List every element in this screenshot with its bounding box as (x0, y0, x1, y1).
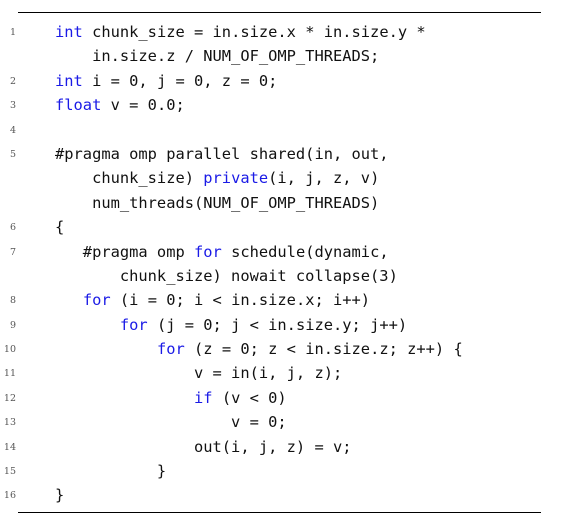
code-line: 5 #pragma omp parallel shared(in, out, (0, 142, 561, 166)
code-token: num_threads(NUM_OF_OMP_THREADS) (55, 193, 380, 212)
code-line: num_threads(NUM_OF_OMP_THREADS) (0, 191, 561, 215)
code-token: i = 0, j = 0, z = 0; (82, 71, 278, 90)
code-line: 16} (0, 483, 561, 507)
code-token: chunk_size) nowait collapse(3) (55, 266, 398, 285)
code-line: in.size.z / NUM_OF_OMP_THREADS; (0, 44, 561, 68)
code-text: v = in(i, j, z); (55, 363, 342, 383)
code-token: #pragma omp parallel shared(in, out, (55, 144, 389, 163)
code-token: v = 0; (55, 413, 287, 432)
code-text: chunk_size) nowait collapse(3) (55, 266, 398, 286)
code-text: #pragma omp for schedule(dynamic, (55, 242, 389, 262)
code-line: 15 } (0, 459, 561, 483)
keyword-token: for (119, 315, 148, 334)
code-token: v = in(i, j, z); (55, 364, 343, 383)
line-number: 13 (3, 417, 16, 429)
code-text: } (55, 461, 166, 481)
line-number: 2 (9, 75, 16, 87)
code-line: 9 for (j = 0; j < in.size.y; j++) (0, 313, 561, 337)
code-text: int i = 0, j = 0, z = 0; (55, 71, 277, 91)
line-number: 1 (9, 27, 16, 38)
code-line: chunk_size) private(i, j, z, v) (0, 166, 561, 190)
code-token: (z = 0; z < in.size.z; z++) { (184, 340, 463, 359)
code-token: (v < 0) (212, 388, 287, 407)
code-token: v = 0.0; (101, 96, 185, 115)
code-token: schedule(dynamic, (221, 242, 389, 261)
code-text: } (55, 485, 64, 505)
line-number: 14 (3, 441, 16, 453)
bottom-rule (18, 512, 541, 513)
code-token: chunk_size) (55, 169, 204, 188)
line-number: 4 (9, 124, 16, 136)
keyword-token: private (203, 169, 269, 188)
top-rule (18, 12, 541, 13)
keyword-token: if (194, 388, 213, 407)
keyword-token: for (82, 291, 111, 310)
keyword-token: for (156, 340, 185, 359)
code-line: 8 for (i = 0; i < in.size.x; i++) (0, 288, 561, 312)
code-token: (j = 0; j < in.size.y; j++) (147, 315, 408, 334)
keyword-token: int (55, 71, 83, 90)
code-token: (i, j, z, v) (268, 169, 380, 188)
code-text: for (z = 0; z < in.size.z; z++) { (55, 339, 463, 359)
code-text: int chunk_size = in.size.x * in.size.y * (55, 22, 426, 42)
code-text: out(i, j, z) = v; (55, 437, 352, 457)
code-text: in.size.z / NUM_OF_OMP_THREADS; (55, 46, 379, 66)
code-token: } (55, 462, 167, 481)
line-number: 5 (9, 148, 16, 160)
code-text: for (j = 0; j < in.size.y; j++) (55, 315, 407, 335)
code-line: 4 (0, 118, 561, 142)
line-number: 15 (3, 466, 16, 478)
code-text: v = 0; (55, 412, 287, 432)
code-line: 6{ (0, 215, 561, 239)
keyword-token: int (55, 23, 83, 41)
line-number: 11 (3, 368, 16, 380)
code-token: (i = 0; i < in.size.x; i++) (110, 291, 371, 310)
code-text: #pragma omp parallel shared(in, out, (55, 144, 389, 164)
code-line: 10 for (z = 0; z < in.size.z; z++) { (0, 337, 561, 361)
line-number: 7 (9, 246, 16, 258)
line-number: 12 (3, 392, 16, 404)
code-text: if (v < 0) (55, 388, 287, 408)
code-line: 14 out(i, j, z) = v; (0, 435, 561, 459)
line-number: 3 (9, 100, 16, 112)
line-number: 10 (3, 344, 16, 356)
keyword-token: float (55, 96, 102, 115)
line-number: 8 (9, 295, 16, 307)
keyword-token: for (194, 242, 222, 261)
line-number: 6 (9, 222, 16, 234)
code-line: 13 v = 0; (0, 410, 561, 434)
code-line: 1 int chunk_size = in.size.x * in.size.y … (0, 20, 561, 44)
code-text: num_threads(NUM_OF_OMP_THREADS) (55, 193, 379, 213)
line-number: 9 (9, 319, 16, 331)
code-line: 12 if (v < 0) (0, 386, 561, 410)
code-text: { (55, 217, 64, 237)
code-line: 3 float v = 0.0; (0, 93, 561, 117)
code-listing: 1 int chunk_size = in.size.x * in.size.y … (0, 20, 561, 508)
line-number: 16 (3, 490, 16, 502)
code-token: chunk_size = in.size.x * in.size.y * (82, 23, 426, 41)
code-text: chunk_size) private(i, j, z, v) (55, 168, 379, 188)
code-text: for (i = 0; i < in.size.x; i++) (55, 290, 370, 310)
code-text: float v = 0.0; (55, 95, 185, 115)
code-token: out(i, j, z) = v; (55, 437, 352, 456)
code-line: 7 #pragma omp for schedule(dynamic, (0, 240, 561, 264)
code-line: chunk_size) nowait collapse(3) (0, 264, 561, 288)
code-token: { (55, 218, 65, 237)
code-line: 11 v = in(i, j, z); (0, 361, 561, 385)
code-token: } (55, 486, 65, 505)
code-token: #pragma omp (55, 242, 194, 261)
code-line: 2 int i = 0, j = 0, z = 0; (0, 69, 561, 93)
code-token: in.size.z / NUM_OF_OMP_THREADS; (55, 47, 380, 66)
